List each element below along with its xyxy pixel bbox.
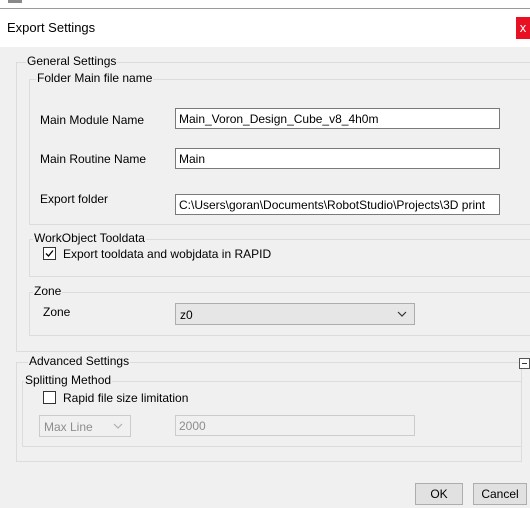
split-method-select[interactable]: Max Line	[39, 415, 131, 437]
export-tooldata-label: Export tooldata and wobjdata in RAPID	[63, 247, 272, 261]
chevron-down-icon	[397, 311, 407, 317]
dialog-title: Export Settings	[7, 20, 96, 35]
export-tooldata-checkbox[interactable]	[43, 247, 56, 260]
taskbar-edge-mark	[8, 0, 22, 3]
export-folder-input[interactable]: C:\Users\goran\Documents\RobotStudio\Pro…	[175, 194, 500, 215]
main-routine-input[interactable]: Main	[175, 148, 500, 169]
zone-select[interactable]: z0	[175, 303, 415, 325]
workobject-legend: WorkObject Tooldata	[33, 231, 146, 245]
cancel-button[interactable]: Cancel	[473, 483, 527, 505]
checkmark-icon	[45, 250, 54, 257]
general-settings-legend: General Settings	[26, 54, 118, 68]
main-module-input[interactable]: Main_Voron_Design_Cube_v8_4h0m	[175, 108, 500, 129]
main-routine-label: Main Routine Name	[40, 152, 147, 166]
splitting-legend: Splitting Method	[24, 373, 113, 387]
close-icon: x	[519, 20, 527, 35]
main-module-label: Main Module Name	[40, 113, 145, 127]
zone-legend: Zone	[33, 284, 63, 298]
zone-select-value: z0	[180, 308, 193, 322]
split-limit-input[interactable]: 2000	[175, 415, 415, 436]
zone-label: Zone	[43, 305, 71, 319]
chevron-down-icon	[113, 423, 123, 429]
ok-button[interactable]: OK	[415, 483, 463, 505]
rapid-limit-label: Rapid file size limitation	[63, 391, 189, 405]
collapse-minus-icon[interactable]	[519, 358, 530, 369]
close-button[interactable]: x	[516, 17, 530, 39]
dialog-title-bar: Export Settings x	[0, 8, 530, 47]
export-folder-label: Export folder	[40, 192, 109, 206]
folder-legend: Folder Main file name	[36, 71, 154, 85]
split-method-value: Max Line	[44, 420, 93, 434]
advanced-settings-legend: Advanced Settings	[28, 354, 131, 368]
rapid-limit-checkbox[interactable]	[43, 391, 56, 404]
window-top-strip	[0, 0, 530, 8]
